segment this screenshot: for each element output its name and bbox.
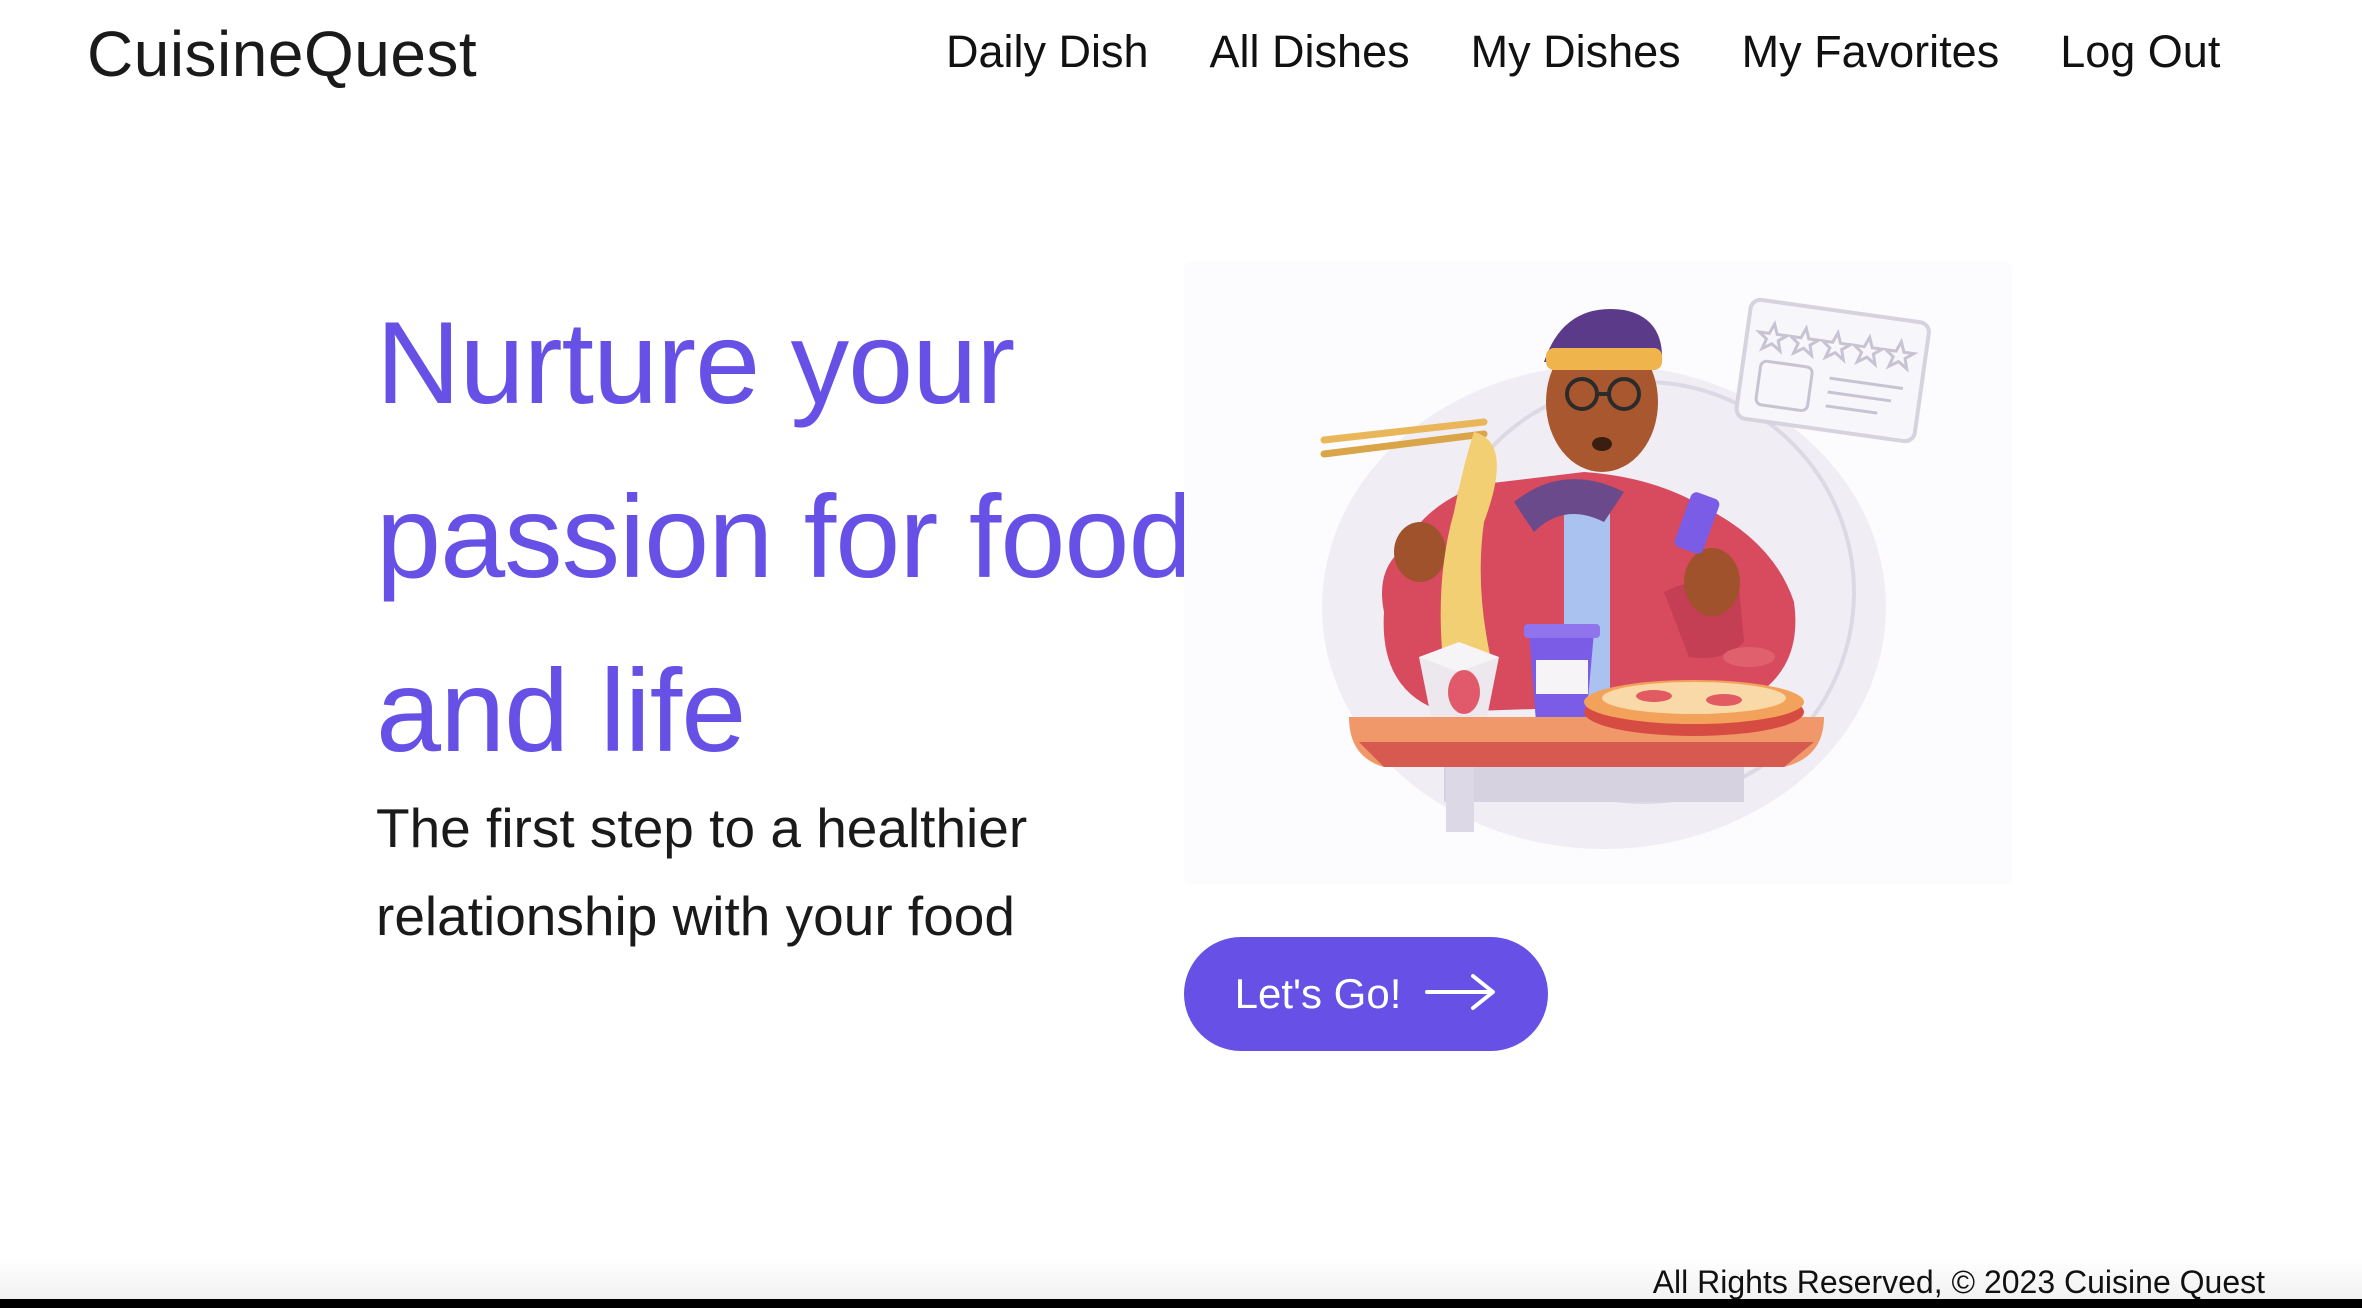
lets-go-button[interactable]: Let's Go! xyxy=(1184,937,1548,1051)
nav-my-favorites-link[interactable]: My Favorites xyxy=(1742,22,2000,82)
nav-my-dishes-link[interactable]: My Dishes xyxy=(1471,22,1681,82)
nav-all-dishes-link[interactable]: All Dishes xyxy=(1210,22,1410,82)
hero-title-line: passion for food xyxy=(376,471,1194,602)
hero-subtitle-line: The first step to a healthier xyxy=(376,797,1028,859)
lets-go-button-label: Let's Go! xyxy=(1234,970,1402,1017)
footer-bottom-bar xyxy=(0,1299,2362,1308)
arrow-right-icon xyxy=(1425,972,1497,1017)
hero-subtitle-line: relationship with your food xyxy=(376,885,1015,947)
hero-subtitle: The first step to a healthier relationsh… xyxy=(376,784,1096,960)
person-eating-noodles-illustration xyxy=(1184,262,2012,884)
nav-daily-dish-link[interactable]: Daily Dish xyxy=(946,22,1149,82)
nav-links: Daily Dish All Dishes My Dishes My Favor… xyxy=(946,22,2220,82)
nav-log-out-link[interactable]: Log Out xyxy=(2060,22,2220,82)
brand-logo[interactable]: CuisineQuest xyxy=(87,14,477,94)
hero-title-line: Nurture your xyxy=(376,297,1015,428)
footer-copyright: All Rights Reserved, © 2023 Cuisine Ques… xyxy=(1652,1264,2265,1300)
hero-title-line: and life xyxy=(376,645,746,776)
hero-title: Nurture your passion for food and life xyxy=(376,276,1216,798)
top-navbar: CuisineQuest Daily Dish All Dishes My Di… xyxy=(0,0,2362,110)
